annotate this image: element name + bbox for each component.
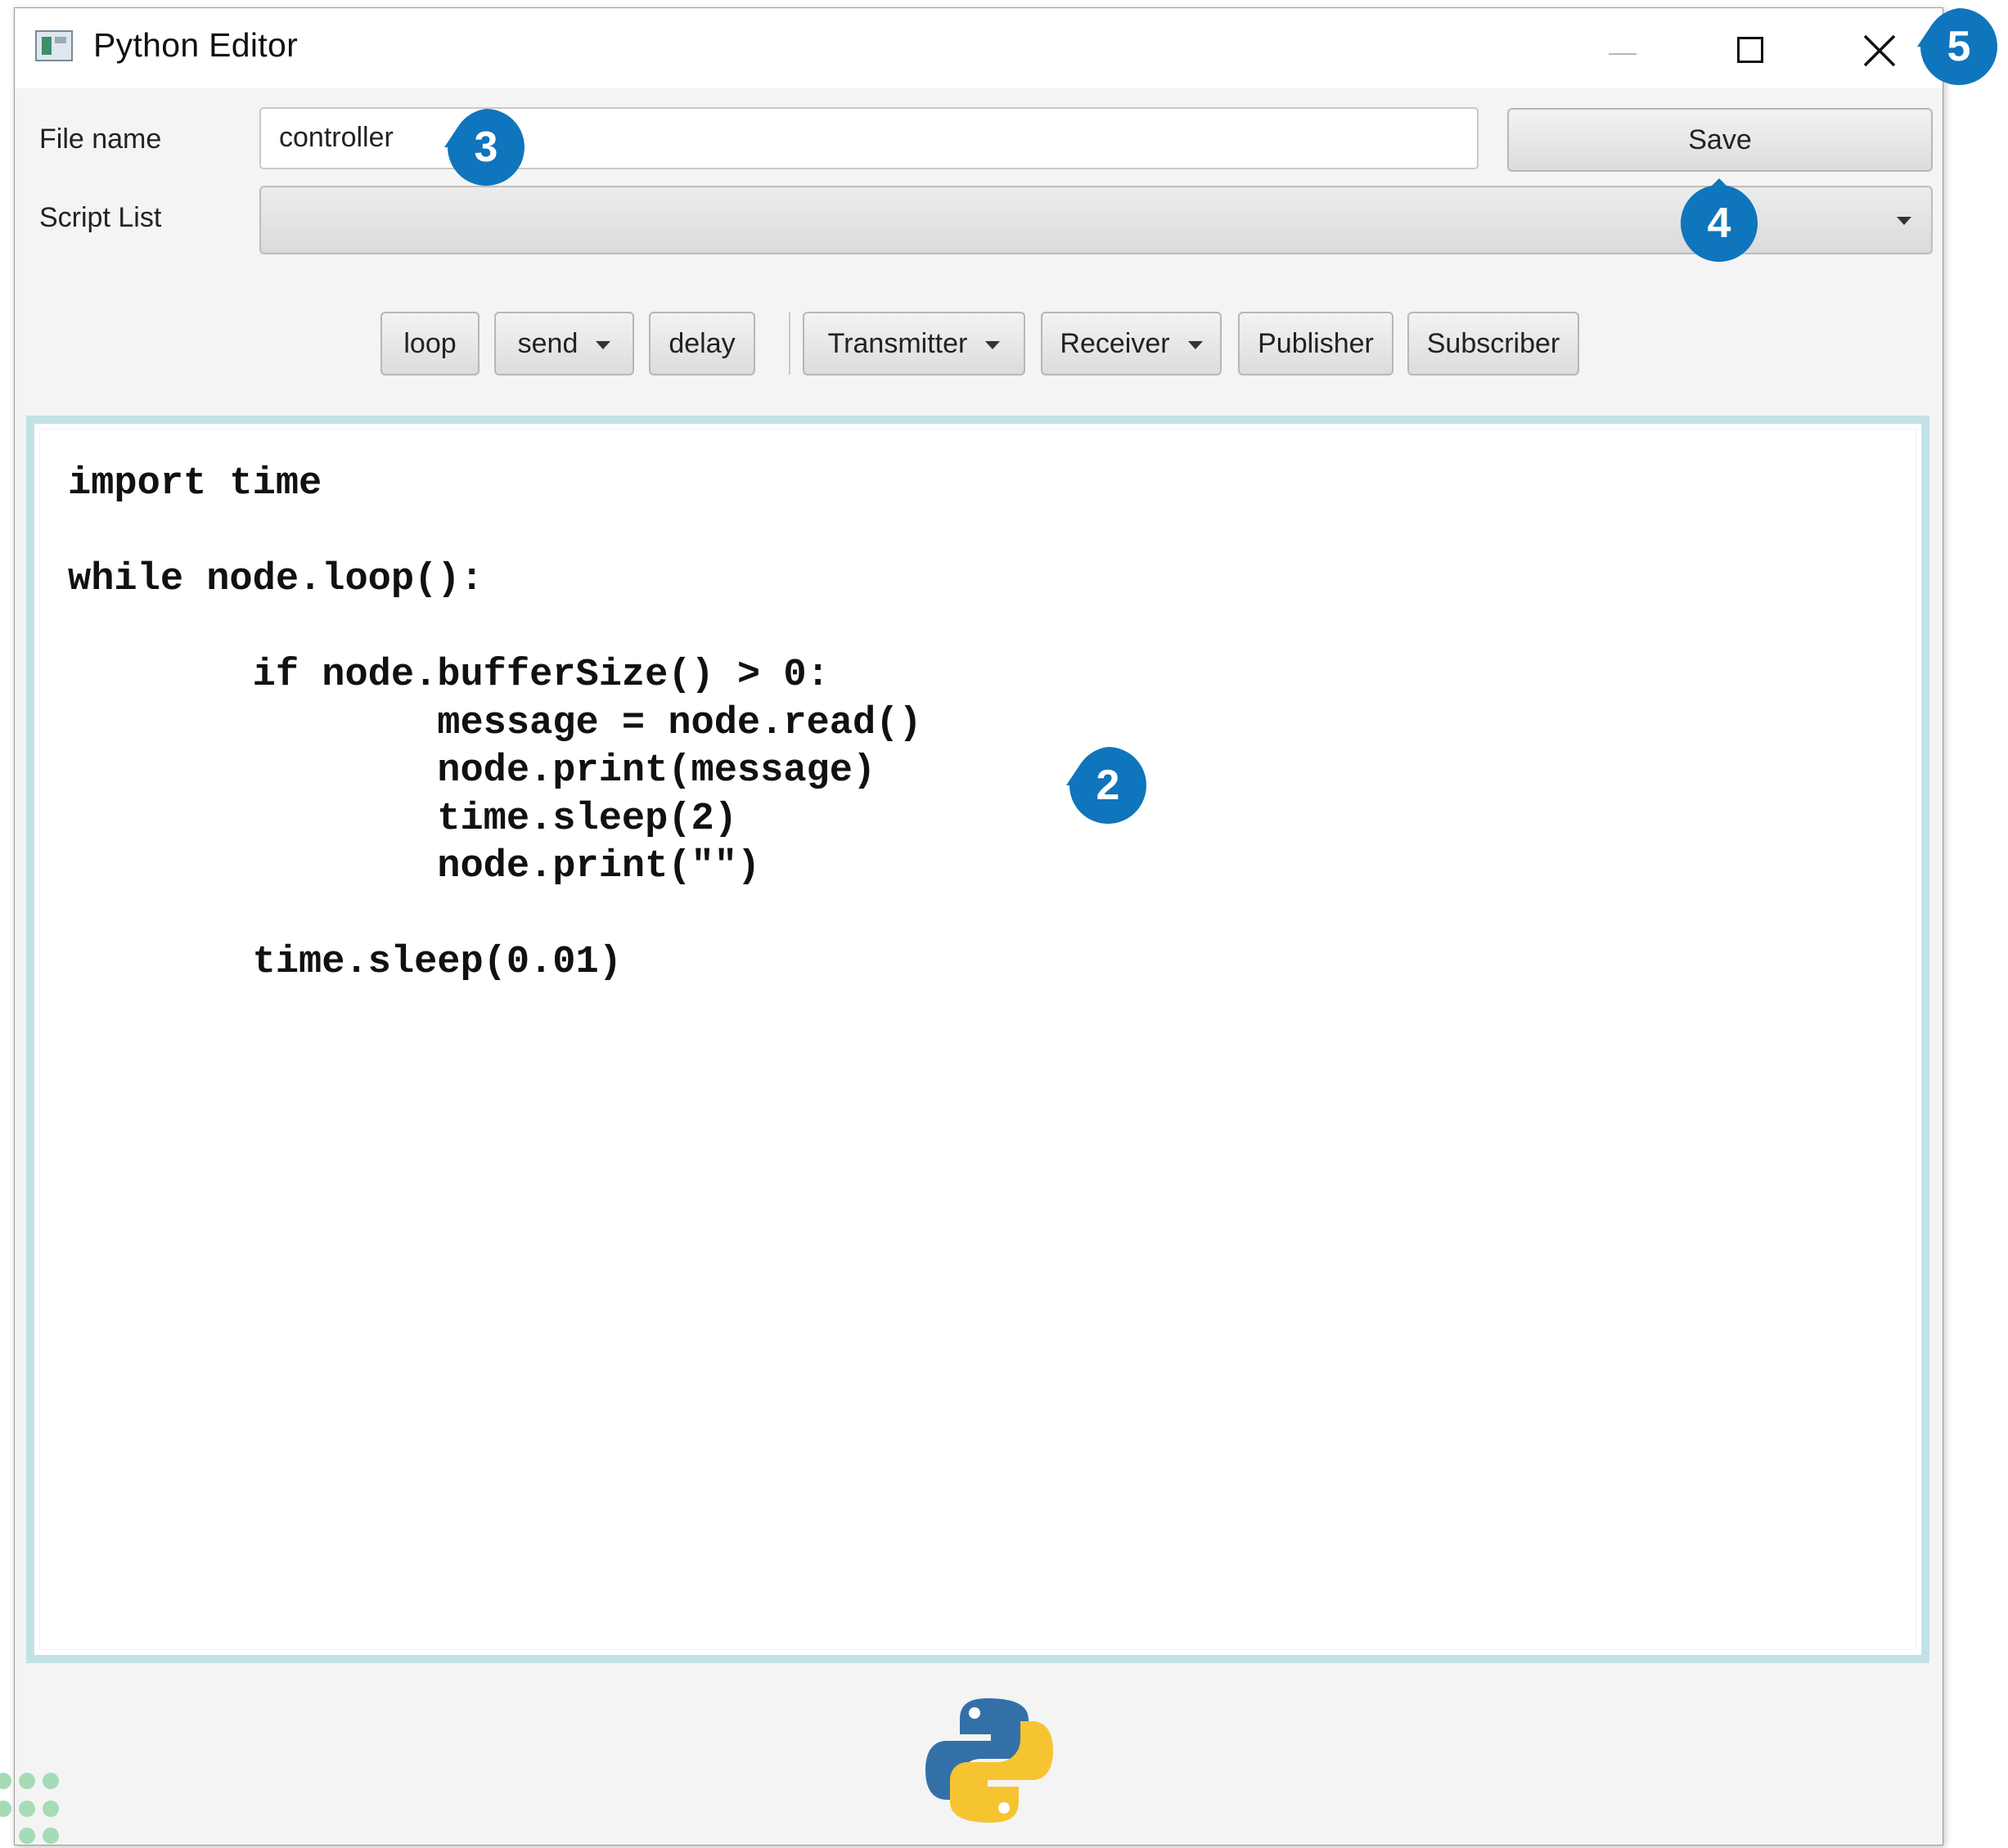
callout-5: 5: [1917, 8, 1997, 85]
transmitter-dropdown-button[interactable]: Transmitter: [803, 312, 1025, 375]
chevron-down-icon: [1897, 217, 1911, 225]
code-editor[interactable]: import time while node.loop(): if node.b…: [26, 416, 1929, 1663]
receiver-dropdown-button[interactable]: Receiver: [1041, 312, 1222, 375]
chevron-down-icon: [596, 341, 611, 350]
script-list-label: Script List: [39, 202, 162, 233]
code-text[interactable]: import time while node.loop(): if node.b…: [68, 461, 922, 987]
callout-3-label: 3: [474, 124, 498, 171]
delay-button-label: delay: [669, 328, 736, 359]
transmitter-button-label: Transmitter: [827, 328, 968, 359]
file-name-label: File name: [39, 124, 162, 155]
python-logo-icon: [924, 1695, 1055, 1830]
decorative-dots: [0, 1763, 65, 1848]
send-button-label: send: [517, 328, 579, 359]
loop-button[interactable]: loop: [380, 312, 479, 375]
save-button[interactable]: Save: [1507, 108, 1933, 172]
callout-4: 4: [1681, 178, 1758, 262]
maximize-button[interactable]: [1723, 23, 1781, 75]
window-title: Python Editor: [93, 26, 299, 64]
callout-3: 3: [444, 109, 525, 186]
app-window-icon: [35, 30, 73, 61]
loop-button-label: loop: [403, 328, 457, 359]
send-dropdown-button[interactable]: send: [494, 312, 634, 375]
code-editor-area[interactable]: import time while node.loop(): if node.b…: [39, 429, 1916, 1650]
receiver-button-label: Receiver: [1060, 328, 1170, 359]
callout-5-label: 5: [1947, 23, 1971, 70]
file-name-input[interactable]: controller: [259, 107, 1479, 169]
close-button[interactable]: [1851, 23, 1908, 75]
minimize-button[interactable]: [1594, 23, 1651, 75]
publisher-button[interactable]: Publisher: [1238, 312, 1393, 375]
toolbar-separator: [789, 312, 790, 375]
title-bar[interactable]: Python Editor: [15, 8, 1943, 88]
subscriber-button-label: Subscriber: [1426, 328, 1560, 359]
callout-2: 2: [1066, 747, 1146, 824]
chevron-down-icon: [1187, 341, 1203, 350]
subscriber-button[interactable]: Subscriber: [1407, 312, 1579, 375]
close-icon: [1863, 34, 1896, 67]
chevron-down-icon: [985, 341, 1001, 350]
callout-4-label: 4: [1707, 200, 1731, 247]
delay-button[interactable]: delay: [649, 312, 755, 375]
callout-2-label: 2: [1096, 762, 1120, 809]
python-editor-window: Python Editor File name controller Save …: [14, 7, 1943, 1846]
publisher-button-label: Publisher: [1258, 328, 1374, 359]
